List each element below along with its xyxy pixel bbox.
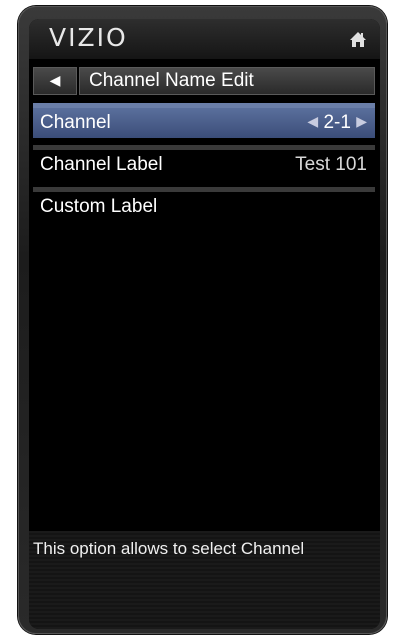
page-title: Channel Name Edit [79,67,375,95]
help-text: This option allows to select Channel [33,539,305,558]
menu-item-channel[interactable]: Channel ◀ 2-1 ▶ [33,103,375,138]
back-arrow-icon: ◀ [49,73,61,89]
menu-item-label: Custom Label [40,196,158,217]
top-bar: VIZIO [29,19,380,59]
vizio-logo: VIZIO [49,23,128,52]
left-arrow-icon[interactable]: ◀ [307,113,318,129]
menu-item-custom-label[interactable]: Custom Label [33,187,375,222]
channel-value[interactable]: ◀ 2-1 ▶ [307,112,367,134]
menu-item-label: Channel [40,112,111,133]
home-icon[interactable] [348,29,368,49]
back-button[interactable]: ◀ [33,67,77,95]
menu-item-channel-label[interactable]: Channel Label Test 101 [33,145,375,180]
channel-label-value: Test 101 [295,154,367,175]
tv-screen: VIZIO ◀ Channel Name Edit Channel ◀ 2-1 … [29,19,380,629]
menu-item-label: Channel Label [40,154,163,175]
right-arrow-icon[interactable]: ▶ [356,113,367,129]
menu-list: Channel ◀ 2-1 ▶ Channel Label Test 101 C… [33,103,375,229]
channel-value-text: 2-1 [323,112,351,133]
help-panel: This option allows to select Channel [29,531,380,629]
menu-header: ◀ Channel Name Edit [33,67,375,95]
